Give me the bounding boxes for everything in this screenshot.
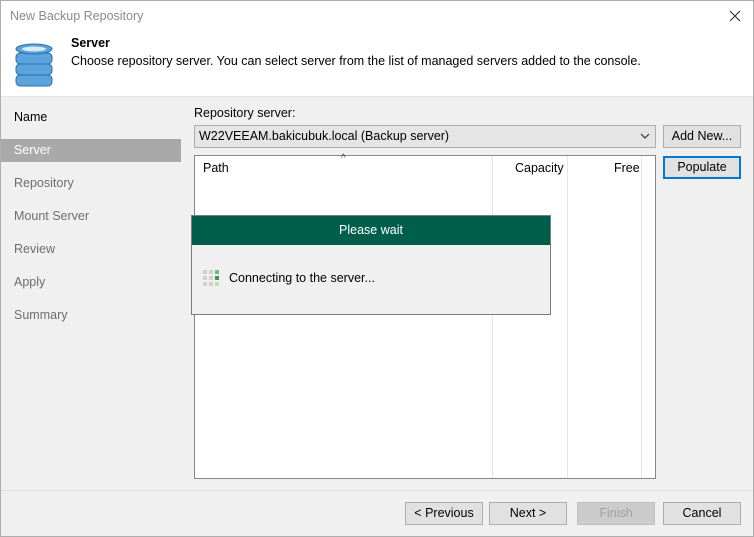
column-divider[interactable] <box>492 156 493 478</box>
page-description: Choose repository server. You can select… <box>71 54 641 68</box>
add-new-button[interactable]: Add New... <box>663 125 741 148</box>
column-divider[interactable] <box>567 156 568 478</box>
table-header: ^ Path Capacity Free <box>195 153 655 181</box>
populate-button[interactable]: Populate <box>663 156 741 179</box>
new-backup-repository-window: New Backup Repository Server Choose repo… <box>0 0 754 537</box>
please-wait-dialog: Please wait Connecting to the server... <box>191 215 551 315</box>
step-review: Review <box>14 242 55 256</box>
database-icon <box>15 42 53 93</box>
cancel-button[interactable]: Cancel <box>663 502 741 525</box>
previous-button[interactable]: < Previous <box>405 502 483 525</box>
finish-button: Finish <box>577 502 655 525</box>
footer-divider <box>1 490 753 491</box>
repository-server-label: Repository server: <box>194 106 296 120</box>
step-server[interactable]: Server <box>1 139 181 162</box>
step-repository: Repository <box>14 176 74 190</box>
chevron-down-icon[interactable] <box>639 126 651 154</box>
next-button[interactable]: Next > <box>489 502 567 525</box>
step-name[interactable]: Name <box>1 106 181 129</box>
sort-up-icon: ^ <box>341 153 346 164</box>
title-bar: New Backup Repository <box>1 1 753 33</box>
step-summary: Summary <box>14 308 68 322</box>
loading-spinner-icon <box>203 270 219 289</box>
repository-server-value: W22VEEAM.bakicubuk.local (Backup server) <box>199 129 450 143</box>
column-free[interactable]: Free <box>614 156 640 181</box>
wizard-steps: Name Server Repository Mount Server Revi… <box>1 98 181 490</box>
volumes-table[interactable]: ^ Path Capacity Free <box>194 153 656 479</box>
window-title: New Backup Repository <box>10 9 144 23</box>
wizard-header: Server Choose repository server. You can… <box>1 33 753 97</box>
page-title: Server <box>71 36 110 50</box>
column-divider[interactable] <box>641 156 642 478</box>
dialog-message: Connecting to the server... <box>229 271 375 285</box>
step-apply: Apply <box>14 275 46 289</box>
column-capacity[interactable]: Capacity <box>515 156 564 181</box>
dialog-title: Please wait <box>192 216 550 245</box>
repository-server-select[interactable]: W22VEEAM.bakicubuk.local (Backup server) <box>194 125 656 148</box>
column-path[interactable]: Path <box>203 156 229 181</box>
step-mount-server: Mount Server <box>14 209 90 223</box>
close-icon[interactable] <box>723 5 747 27</box>
